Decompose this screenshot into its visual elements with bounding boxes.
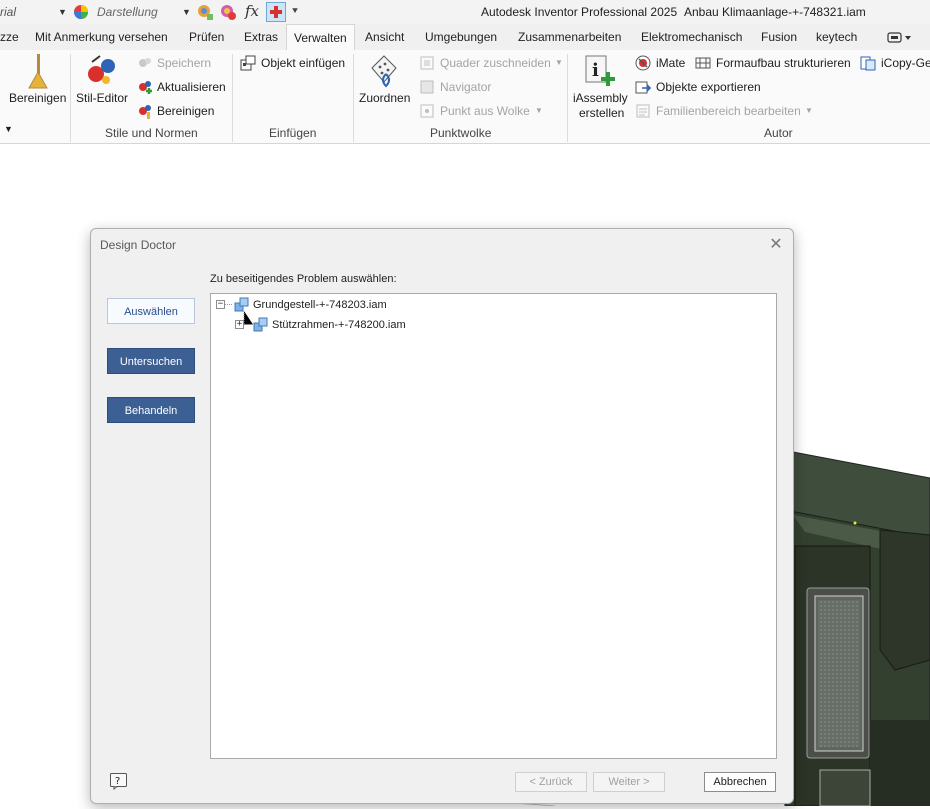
imate-icon[interactable] [635, 55, 651, 71]
cancel-button[interactable]: Abbrechen [704, 772, 776, 792]
next-button: Weiter > [593, 772, 665, 792]
font-selector-value[interactable]: rial [0, 5, 16, 19]
step-auswaehlen-button[interactable]: Auswählen [107, 298, 195, 324]
objekte-exportieren-button[interactable]: Objekte exportieren [656, 80, 761, 94]
iassembly-button-line1[interactable]: iAssembly [573, 91, 628, 105]
update-style-icon[interactable] [137, 79, 153, 95]
crop-dropdown-icon: ▼ [555, 58, 563, 67]
tab-verwalten[interactable]: Verwalten [286, 24, 355, 50]
insert-object-icon[interactable] [240, 55, 256, 71]
tab-keytech[interactable]: keytech [816, 30, 857, 44]
qat-customize-icon[interactable]: ⯆ [291, 6, 299, 17]
group-separator [353, 54, 354, 142]
icopy-button[interactable]: iCopy-Ge [881, 56, 930, 70]
group-separator [70, 54, 71, 142]
tab-skizze[interactable]: zze [0, 30, 19, 44]
design-doctor-icon[interactable] [266, 2, 286, 22]
icopy-icon[interactable] [860, 55, 876, 71]
problem-tree[interactable]: − Grundgestell-+-748203.iam + Stützrahme… [210, 293, 777, 759]
style-editor-icon[interactable] [86, 54, 118, 86]
export-objects-icon[interactable] [635, 79, 652, 95]
navigator-button: Navigator [440, 80, 492, 94]
group-separator [232, 54, 233, 142]
help-icon[interactable]: ? [110, 773, 127, 791]
close-icon[interactable]: ✕ [767, 236, 785, 254]
ribbon-display-options-icon[interactable] [887, 32, 913, 43]
tree-node-grundgestell[interactable]: Grundgestell-+-748203.iam [253, 299, 387, 311]
back-button: < Zurück [515, 772, 587, 792]
adjust-appearance-icon[interactable] [196, 3, 214, 21]
ribbon-panel: Bereinigen ▼ Stil-Editor Speichern Aktua… [0, 50, 930, 144]
appearance-icon[interactable] [72, 3, 90, 21]
family-dropdown-icon: ▼ [805, 106, 813, 115]
tree-expand-icon[interactable]: + [235, 320, 244, 329]
tab-fusion[interactable]: Fusion [761, 30, 797, 44]
point-dropdown-icon: ▼ [535, 106, 543, 115]
bereinigen-small-button[interactable]: Bereinigen [157, 104, 214, 118]
bereinigen-large-button[interactable]: Bereinigen [9, 91, 66, 105]
group-label-punktwolke: Punktwolke [430, 126, 492, 140]
zuordnen-button[interactable]: Zuordnen [359, 91, 410, 105]
title-bar: rial ▼ Darstellung ▼ fx ⯆ Autodesk Inven… [0, 0, 930, 24]
tab-elektromechanisch[interactable]: Elektromechanisch [641, 30, 742, 44]
purge-style-icon[interactable] [137, 103, 153, 119]
point-from-cloud-icon [419, 103, 435, 119]
step-untersuchen-button[interactable]: Untersuchen [107, 348, 195, 374]
clear-appearance-icon[interactable] [219, 3, 237, 21]
svg-text:i: i [592, 60, 599, 81]
tree-node-stuetzrahmen[interactable]: Stützrahmen-+-748200.iam [272, 319, 406, 331]
dialog-title: Design Doctor [100, 238, 177, 252]
speichern-button: Speichern [157, 56, 212, 70]
aktualisieren-button[interactable]: Aktualisieren [157, 80, 226, 94]
tab-pruefen[interactable]: Prüfen [189, 30, 224, 44]
point-cloud-attach-icon[interactable] [368, 54, 400, 88]
ribbon-tabs: zze Mit Anmerkung versehen Prüfen Extras… [0, 24, 930, 51]
objekt-einfuegen-button[interactable]: Objekt einfügen [261, 56, 345, 70]
tree-collapse-icon[interactable]: − [216, 300, 225, 309]
appearance-dropdown-icon[interactable]: ▼ [182, 7, 191, 17]
navigator-icon [419, 79, 435, 95]
family-scope-icon [635, 103, 651, 119]
mold-structure-icon[interactable] [695, 55, 711, 71]
assembly-icon [253, 317, 268, 332]
step-behandeln-label: Behandeln [124, 405, 178, 417]
help-glyph: ? [115, 776, 120, 787]
formaufbau-strukturieren-button[interactable]: Formaufbau strukturieren [716, 56, 851, 70]
app-title: Autodesk Inventor Professional 2025 [481, 5, 678, 19]
step-untersuchen-label: Untersuchen [119, 356, 183, 368]
group-label-autor: Autor [764, 126, 793, 140]
appearance-selector-value[interactable]: Darstellung [97, 5, 158, 19]
tab-mit-anmerkung-versehen[interactable]: Mit Anmerkung versehen [35, 30, 168, 44]
broom-icon[interactable] [25, 54, 51, 90]
assembly-icon [234, 297, 249, 312]
parameters-fx-icon[interactable]: fx [245, 2, 259, 20]
group-label-einfuegen: Einfügen [269, 126, 317, 140]
iassembly-create-icon[interactable]: i [584, 54, 618, 88]
tab-zusammenarbeiten[interactable]: Zusammenarbeiten [518, 30, 621, 44]
problem-prompt-label: Zu beseitigendes Problem auswählen: [210, 273, 397, 285]
step-behandeln-button[interactable]: Behandeln [107, 397, 195, 423]
quader-zuschneiden-button: Quader zuschneiden [440, 56, 551, 70]
stil-editor-button[interactable]: Stil-Editor [76, 91, 128, 105]
imate-button[interactable]: iMate [656, 56, 685, 70]
crop-box-icon [419, 55, 435, 71]
iassembly-button-line2[interactable]: erstellen [579, 106, 624, 120]
group-separator [567, 54, 568, 142]
design-doctor-dialog: Design Doctor ✕ Zu beseitigendes Problem… [90, 228, 794, 804]
tab-umgebungen[interactable]: Umgebungen [425, 30, 497, 44]
familienbereich-bearbeiten-button: Familienbereich bearbeiten [656, 104, 801, 118]
tab-extras[interactable]: Extras [244, 30, 278, 44]
punkt-aus-wolke-button: Punkt aus Wolke [440, 104, 530, 118]
font-dropdown-icon[interactable]: ▼ [58, 7, 67, 17]
group-label-stile: Stile und Normen [105, 126, 198, 140]
tab-ansicht[interactable]: Ansicht [365, 30, 404, 44]
save-style-icon [137, 55, 153, 71]
group-expand-icon[interactable]: ▼ [4, 124, 13, 134]
step-auswaehlen-label: Auswählen [124, 306, 178, 318]
document-title: Anbau Klimaanlage-+-748321.iam [684, 5, 866, 19]
